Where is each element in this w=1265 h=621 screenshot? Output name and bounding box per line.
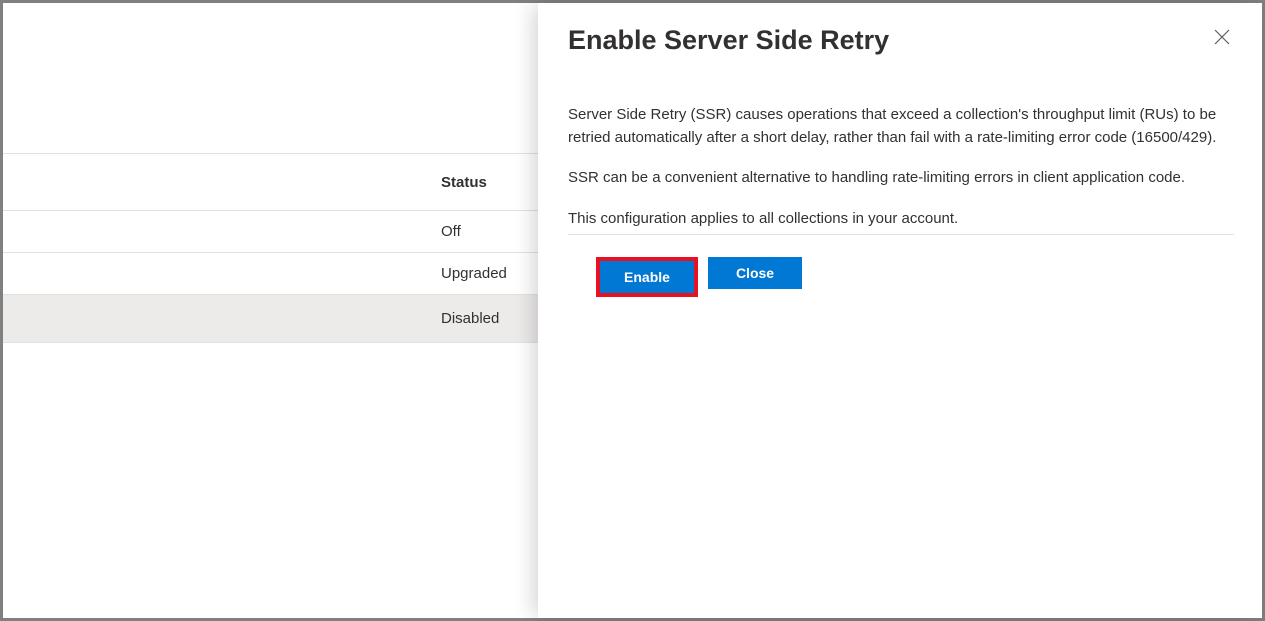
features-table: Status Off Upgraded Disabled xyxy=(3,153,538,343)
table-row[interactable]: Off xyxy=(3,211,538,253)
close-icon[interactable] xyxy=(1210,25,1234,52)
left-panel: Status Off Upgraded Disabled xyxy=(3,3,538,618)
table-row[interactable]: Upgraded xyxy=(3,253,538,295)
table-row[interactable]: Disabled xyxy=(3,295,538,343)
status-cell: Off xyxy=(441,223,461,240)
enable-button[interactable]: Enable xyxy=(600,261,694,293)
table-header-row: Status xyxy=(3,153,538,211)
panel-description-1: Server Side Retry (SSR) causes operation… xyxy=(568,104,1234,149)
status-cell: Upgraded xyxy=(441,265,507,282)
side-panel: Enable Server Side Retry Server Side Ret… xyxy=(538,3,1262,618)
x-icon xyxy=(1214,29,1230,45)
panel-description-3: This configuration applies to all collec… xyxy=(568,208,1234,236)
panel-title: Enable Server Side Retry xyxy=(568,25,889,56)
status-column-header: Status xyxy=(441,174,487,191)
enable-button-highlight: Enable xyxy=(596,257,698,297)
close-button[interactable]: Close xyxy=(708,257,802,289)
panel-description-2: SSR can be a convenient alternative to h… xyxy=(568,167,1234,190)
status-cell: Disabled xyxy=(441,310,499,327)
